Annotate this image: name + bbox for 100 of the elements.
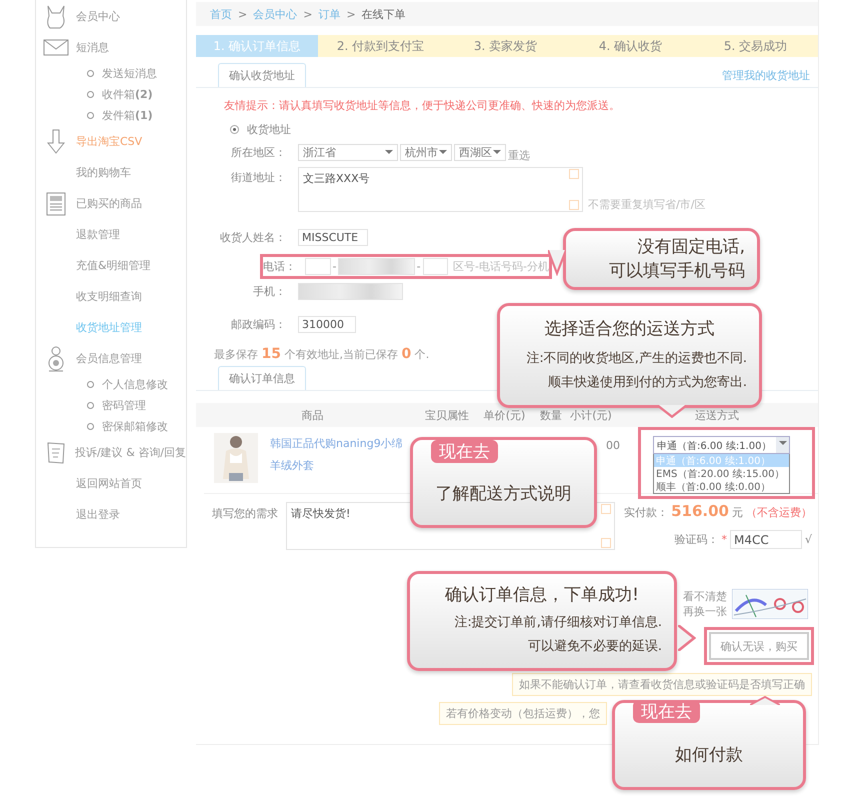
field-label: 填写您的需求 bbox=[212, 506, 278, 522]
column-header: 商品 bbox=[302, 408, 324, 422]
column-header: 单价(元) bbox=[484, 408, 526, 422]
download-arrow-icon bbox=[47, 128, 65, 154]
area-code-field[interactable] bbox=[305, 258, 330, 275]
notice-text: 若有价格变动（包括运费），您 bbox=[439, 702, 607, 725]
product-link[interactable]: 韩国正品代购naning9小绵羊绒外套 bbox=[270, 433, 410, 483]
go-now-tag[interactable]: 现在去 bbox=[633, 700, 700, 723]
manage-address-link[interactable]: 管理我的收货地址 bbox=[722, 68, 810, 87]
sidebar-item[interactable]: 我的购物车 bbox=[76, 165, 131, 180]
sidebar-subitem[interactable]: 发件箱(1) bbox=[102, 108, 153, 123]
city-select[interactable]: 杭州市 bbox=[400, 144, 452, 160]
total-label: 实付款： bbox=[624, 505, 668, 520]
sidebar-subitem[interactable]: 个人信息修改 bbox=[102, 377, 168, 392]
field-label: 邮政编码： bbox=[230, 317, 287, 332]
captcha-label: 验证码： bbox=[674, 532, 718, 547]
bullet-icon bbox=[87, 381, 94, 388]
hint-text: 不需要重复填写省/市/区 bbox=[588, 197, 706, 212]
notice-text: 如果不能确认订单，请查看收货信息或验证码是否填写正确 bbox=[512, 673, 812, 696]
saved-address-note: 最多保存 15 个有效地址,当前已保存 0 个. bbox=[214, 346, 430, 362]
breadcrumb-link[interactable]: 在线下单 bbox=[362, 6, 406, 22]
callout-note: 可以避免不必要的延误. bbox=[526, 638, 662, 656]
tip-text: 友情提示：请认真填写收货地址等信息，便于快递公司更准确、快速的为您派送。 bbox=[224, 98, 621, 113]
column-header: 宝贝属性 bbox=[425, 408, 469, 422]
callout-title: 可以填写手机号码 bbox=[608, 260, 745, 283]
dropdown-option[interactable]: 申通（首:6.00 续:1.00） bbox=[654, 454, 789, 467]
newspaper-icon bbox=[46, 192, 66, 216]
extension-field[interactable] bbox=[422, 258, 448, 275]
refresh-captcha-link[interactable]: 再换一张 bbox=[683, 604, 727, 619]
sidebar-item[interactable]: 退出登录 bbox=[76, 507, 120, 522]
callout-note: 注:提交订单前,请仔细核对订单信息. bbox=[453, 614, 662, 632]
callout-title: 如何付款 bbox=[674, 744, 744, 767]
progress-step: 2. 付款到支付宝 bbox=[318, 35, 443, 57]
callout-title: 没有固定电话, bbox=[636, 236, 745, 259]
dropdown-option[interactable]: 顺丰（首:0.00 续:0.00） bbox=[654, 480, 789, 493]
sidebar-item[interactable]: 会员中心 bbox=[76, 9, 120, 24]
breadcrumb-link[interactable]: 首页 bbox=[210, 6, 232, 22]
sidebar-item[interactable]: 短消息 bbox=[76, 40, 109, 55]
field-label: 街道地址： bbox=[230, 170, 287, 185]
field-label: 收货人姓名： bbox=[219, 230, 287, 245]
breadcrumb-link[interactable]: 订单 bbox=[318, 6, 340, 22]
sidebar-item[interactable]: 导出淘宝CSV bbox=[76, 134, 142, 149]
callout-note: 注:不同的收货地区,产生的运费也不同. bbox=[525, 350, 747, 368]
postcode-field[interactable]: 310000 bbox=[298, 316, 356, 333]
check-mark: √ bbox=[804, 533, 812, 546]
table-cell-text: 00 bbox=[606, 439, 621, 452]
callout-note: 顺丰快递使用到付的方式为您寄出. bbox=[546, 374, 747, 392]
breadcrumb-separator: > bbox=[303, 8, 312, 20]
captcha-field[interactable]: M4CC bbox=[730, 530, 802, 549]
section-tab[interactable]: 确认收货地址 bbox=[218, 63, 306, 87]
go-now-tag[interactable]: 现在去 bbox=[431, 440, 498, 463]
column-header: 小计(元) bbox=[570, 408, 612, 422]
dropdown-option[interactable]: EMS（首:20.00 续:15.00） bbox=[654, 467, 789, 480]
name-field[interactable]: MISSCUTE bbox=[298, 229, 368, 246]
radio-label: 收货地址 bbox=[247, 122, 291, 137]
sidebar-subitem[interactable]: 发送短消息 bbox=[102, 66, 157, 81]
progress-step: 5. 交易成功 bbox=[693, 35, 818, 57]
field-label: 所在地区： bbox=[230, 144, 287, 160]
radio-button[interactable] bbox=[230, 125, 239, 134]
column-header: 数量 bbox=[540, 408, 562, 422]
district-select[interactable]: 西湖区 bbox=[454, 144, 506, 160]
total-amount: 516.00 bbox=[671, 502, 729, 520]
sidebar-item[interactable]: 退款管理 bbox=[76, 227, 120, 242]
field-label: 电话： bbox=[263, 259, 297, 274]
breadcrumb-link[interactable]: 会员中心 bbox=[253, 6, 298, 22]
note-icon bbox=[46, 440, 66, 464]
bullet-icon bbox=[87, 402, 94, 409]
bullet-icon bbox=[87, 70, 94, 77]
bullet-icon bbox=[87, 423, 94, 430]
sidebar-item[interactable]: 返回网站首页 bbox=[76, 476, 142, 491]
required-mark: * bbox=[721, 533, 727, 546]
refresh-captcha-link[interactable]: 看不清楚 bbox=[683, 589, 727, 604]
section-tab[interactable]: 确认订单信息 bbox=[218, 366, 306, 390]
bullet-icon bbox=[87, 91, 94, 98]
sidebar-subitem[interactable]: 密保邮箱修改 bbox=[102, 419, 168, 434]
progress-step: 3. 卖家发货 bbox=[443, 35, 568, 57]
sidebar-item[interactable]: 收支明细查询 bbox=[76, 289, 142, 304]
street-address-field[interactable]: 文三路XXX号 bbox=[298, 167, 583, 212]
confirm-purchase-button[interactable]: 确认无误，购买 bbox=[709, 632, 809, 660]
sidebar-item[interactable]: 会员信息管理 bbox=[76, 351, 142, 366]
hint-text: 区号-电话号码-分机 bbox=[453, 259, 549, 274]
envelope-icon bbox=[43, 39, 69, 56]
sidebar-subitem[interactable]: 收件箱(2) bbox=[102, 87, 153, 102]
callout-title: 确认订单信息，下单成功! bbox=[444, 584, 640, 607]
dash-text: - bbox=[332, 260, 336, 273]
reset-link[interactable]: 重选 bbox=[508, 148, 530, 162]
phone-number-field[interactable] bbox=[338, 258, 415, 275]
shipping-note: （不含运费） bbox=[746, 505, 812, 520]
province-select[interactable]: 浙江省 bbox=[298, 144, 398, 160]
sidebar-item[interactable]: 投诉/建议 & 咨询/回复 bbox=[75, 445, 186, 460]
progress-step: 4. 确认收货 bbox=[568, 35, 693, 57]
dash-text: - bbox=[416, 260, 421, 273]
sidebar-item[interactable]: 充值&明细管理 bbox=[76, 258, 151, 273]
mobile-field[interactable] bbox=[298, 283, 403, 300]
sidebar-item[interactable]: 已购买的商品 bbox=[76, 196, 142, 211]
breadcrumb-separator: > bbox=[346, 8, 356, 20]
sidebar-subitem[interactable]: 密码管理 bbox=[102, 398, 146, 413]
sidebar-item[interactable]: 收货地址管理 bbox=[76, 320, 142, 335]
breadcrumb-separator: > bbox=[238, 8, 248, 20]
column-header: 运送方式 bbox=[695, 408, 739, 422]
